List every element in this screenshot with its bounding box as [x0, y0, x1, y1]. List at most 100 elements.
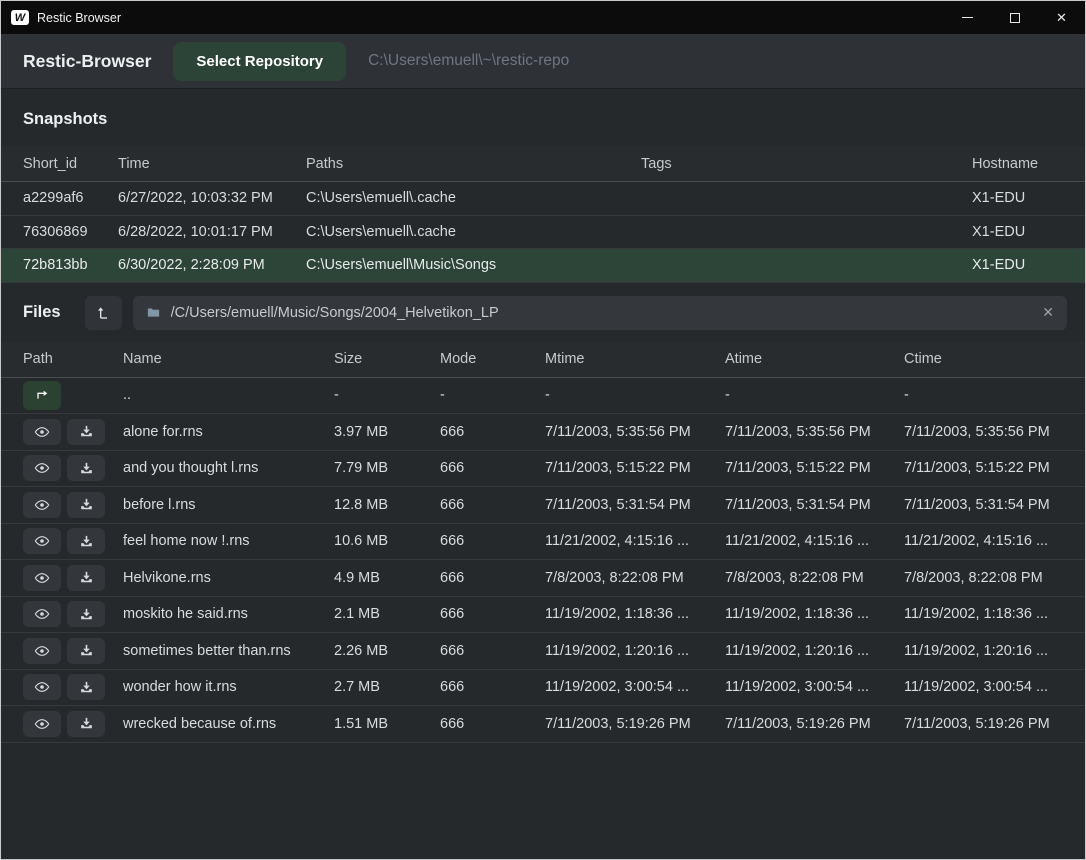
preview-button[interactable]: [23, 638, 61, 664]
preview-button[interactable]: [23, 455, 61, 481]
file-ctime: 11/19/2002, 3:00:54 ...: [904, 679, 1067, 695]
column-header-tags: Tags: [641, 156, 972, 172]
snapshots-table-header: Short_id Time Paths Tags Hostname: [1, 146, 1085, 182]
file-mtime: 11/19/2002, 3:00:54 ...: [545, 679, 725, 695]
file-size: 7.79 MB: [334, 460, 440, 476]
column-header-short-id: Short_id: [23, 156, 118, 172]
download-button[interactable]: [67, 455, 105, 481]
go-root-button[interactable]: [85, 296, 122, 330]
eye-icon: [34, 533, 50, 549]
file-row: and you thought l.rns 7.79 MB 666 7/11/2…: [1, 451, 1085, 488]
file-mode: 666: [440, 424, 545, 440]
preview-button[interactable]: [23, 419, 61, 445]
eye-icon: [34, 716, 50, 732]
close-button[interactable]: ✕: [1038, 1, 1085, 34]
file-mode: 666: [440, 533, 545, 549]
maximize-icon: [1010, 13, 1020, 23]
select-repository-button[interactable]: Select Repository: [173, 42, 346, 81]
download-button[interactable]: [67, 419, 105, 445]
file-name: before l.rns: [123, 497, 334, 513]
file-atime: 11/19/2002, 1:20:16 ...: [725, 643, 904, 659]
file-mtime: 11/21/2002, 4:15:16 ...: [545, 533, 725, 549]
preview-button[interactable]: [23, 492, 61, 518]
snapshot-time: 6/28/2022, 10:01:17 PM: [118, 224, 306, 240]
file-size: 2.26 MB: [334, 643, 440, 659]
current-path-input[interactable]: /C/Users/emuell/Music/Songs/2004_Helveti…: [133, 296, 1067, 330]
snapshot-short-id: 72b813bb: [23, 257, 118, 273]
snapshot-time: 6/27/2022, 10:03:32 PM: [118, 190, 306, 206]
preview-button[interactable]: [23, 674, 61, 700]
file-ctime: 7/11/2003, 5:19:26 PM: [904, 716, 1067, 732]
snapshot-paths: C:\Users\emuell\.cache: [306, 224, 641, 240]
file-name: and you thought l.rns: [123, 460, 334, 476]
download-button[interactable]: [67, 711, 105, 737]
preview-button[interactable]: [23, 528, 61, 554]
download-icon: [79, 716, 94, 731]
app-header: Restic-Browser Select Repository C:\User…: [1, 34, 1085, 89]
file-size: 2.7 MB: [334, 679, 440, 695]
file-size: 10.6 MB: [334, 533, 440, 549]
file-name: ..: [123, 387, 334, 403]
column-header-mtime: Mtime: [545, 351, 725, 367]
app-window: W Restic Browser ✕ Restic-Browser Select…: [0, 0, 1086, 860]
file-mode: 666: [440, 570, 545, 586]
preview-button[interactable]: [23, 565, 61, 591]
snapshot-row-selected[interactable]: 72b813bb 6/30/2022, 2:28:09 PM C:\Users\…: [1, 249, 1085, 283]
file-ctime: 7/11/2003, 5:35:56 PM: [904, 424, 1067, 440]
file-size: 2.1 MB: [334, 606, 440, 622]
snapshot-hostname: X1-EDU: [972, 257, 1067, 273]
eye-icon: [34, 570, 50, 586]
file-ctime: 7/8/2003, 8:22:08 PM: [904, 570, 1067, 586]
file-mtime: 7/11/2003, 5:15:22 PM: [545, 460, 725, 476]
file-atime: 7/11/2003, 5:31:54 PM: [725, 497, 904, 513]
column-header-atime: Atime: [725, 351, 904, 367]
file-row: alone for.rns 3.97 MB 666 7/11/2003, 5:3…: [1, 414, 1085, 451]
download-icon: [79, 424, 94, 439]
file-ctime: -: [904, 387, 1067, 403]
column-header-name: Name: [123, 351, 334, 367]
snapshot-hostname: X1-EDU: [972, 190, 1067, 206]
preview-button[interactable]: [23, 711, 61, 737]
maximize-button[interactable]: [991, 1, 1038, 34]
file-atime: -: [725, 387, 904, 403]
file-mtime: 7/11/2003, 5:19:26 PM: [545, 716, 725, 732]
file-ctime: 7/11/2003, 5:31:54 PM: [904, 497, 1067, 513]
download-button[interactable]: [67, 528, 105, 554]
download-button[interactable]: [67, 565, 105, 591]
files-bar: Files /C/Users/emuell/Music/Songs/2004_H…: [1, 283, 1085, 342]
file-mode: -: [440, 387, 545, 403]
file-atime: 7/11/2003, 5:15:22 PM: [725, 460, 904, 476]
file-row: Helvikone.rns 4.9 MB 666 7/8/2003, 8:22:…: [1, 560, 1085, 597]
file-size: 4.9 MB: [334, 570, 440, 586]
file-size: 3.97 MB: [334, 424, 440, 440]
file-row: feel home now !.rns 10.6 MB 666 11/21/20…: [1, 524, 1085, 561]
folder-icon: [146, 305, 161, 320]
minimize-icon: [962, 17, 973, 19]
download-button[interactable]: [67, 492, 105, 518]
empty-area: [1, 743, 1085, 860]
download-button[interactable]: [67, 674, 105, 700]
file-ctime: 11/19/2002, 1:20:16 ...: [904, 643, 1067, 659]
snapshot-row[interactable]: 76306869 6/28/2022, 10:01:17 PM C:\Users…: [1, 216, 1085, 250]
download-button[interactable]: [67, 601, 105, 627]
clear-path-button[interactable]: ✕: [1042, 304, 1054, 321]
go-parent-button[interactable]: [23, 381, 61, 410]
file-mtime: 7/11/2003, 5:35:56 PM: [545, 424, 725, 440]
file-row: sometimes better than.rns 2.26 MB 666 11…: [1, 633, 1085, 670]
current-path-value: /C/Users/emuell/Music/Songs/2004_Helveti…: [171, 305, 1033, 321]
snapshot-time: 6/30/2022, 2:28:09 PM: [118, 257, 306, 273]
up-level-icon: [95, 305, 111, 321]
file-atime: 11/19/2002, 1:18:36 ...: [725, 606, 904, 622]
parent-directory-row: .. - - - - -: [1, 378, 1085, 415]
column-header-path: Path: [23, 351, 123, 367]
file-row: moskito he said.rns 2.1 MB 666 11/19/200…: [1, 597, 1085, 634]
file-mtime: 7/8/2003, 8:22:08 PM: [545, 570, 725, 586]
minimize-button[interactable]: [944, 1, 991, 34]
eye-icon: [34, 497, 50, 513]
file-mtime: -: [545, 387, 725, 403]
download-button[interactable]: [67, 638, 105, 664]
preview-button[interactable]: [23, 601, 61, 627]
files-table-header: Path Name Size Mode Mtime Atime Ctime: [1, 342, 1085, 378]
snapshot-paths: C:\Users\emuell\.cache: [306, 190, 641, 206]
snapshot-row[interactable]: a2299af6 6/27/2022, 10:03:32 PM C:\Users…: [1, 182, 1085, 216]
